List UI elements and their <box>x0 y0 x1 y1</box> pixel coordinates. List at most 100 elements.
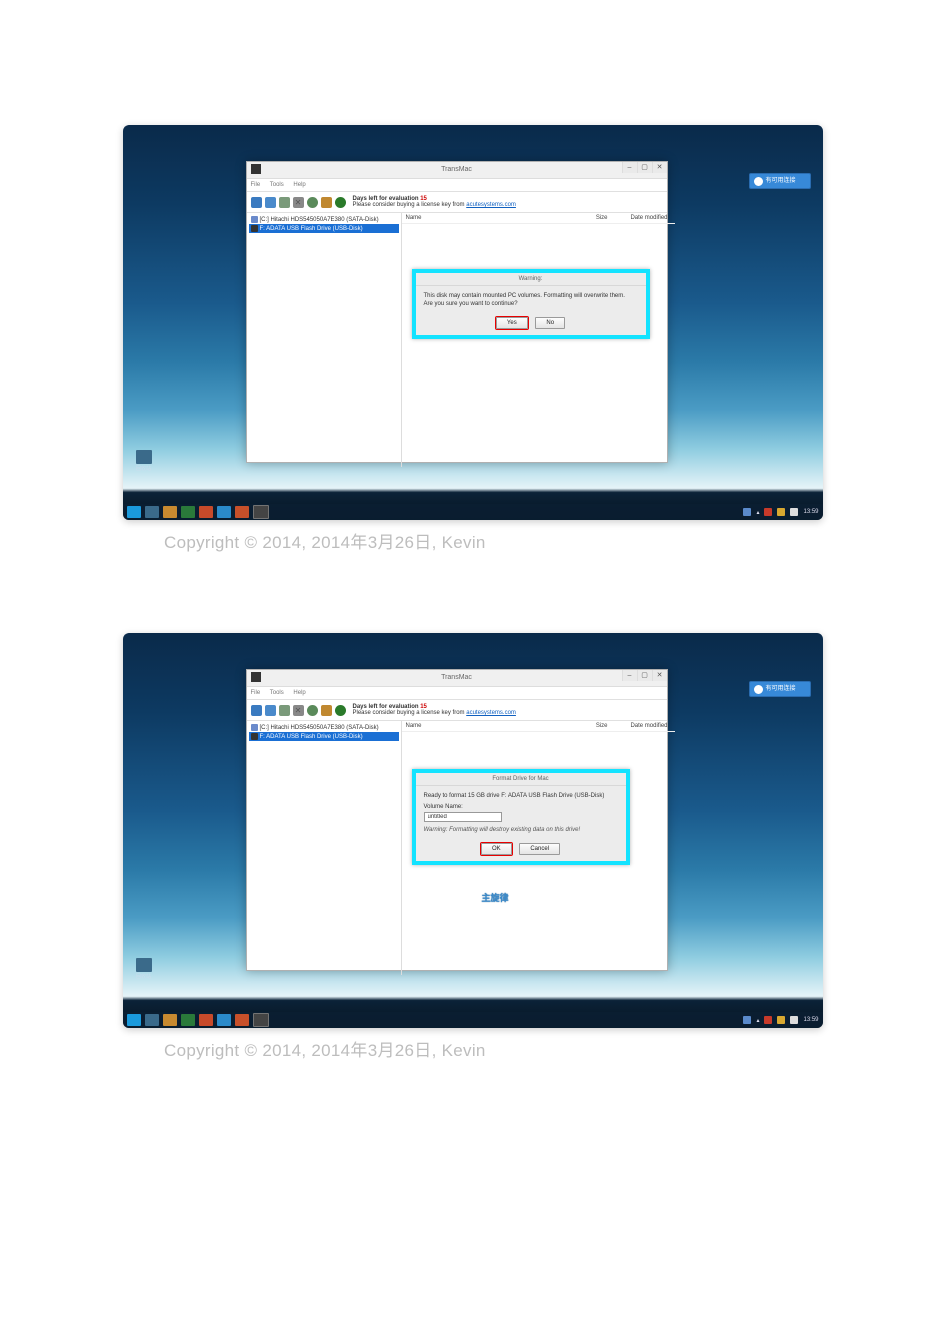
col-size[interactable]: Size <box>558 215 608 221</box>
tray-icon-flag[interactable] <box>764 508 772 516</box>
menu-file[interactable]: File <box>251 182 261 188</box>
col-name[interactable]: Name <box>406 723 558 729</box>
toolbar-icon-2[interactable] <box>265 705 276 716</box>
taskbar-clock[interactable]: 13:59 <box>803 509 818 515</box>
cancel-button[interactable]: Cancel <box>519 843 560 855</box>
title-bar[interactable]: TransMac – ▢ ✕ <box>247 162 667 179</box>
toolbar-icon-1[interactable] <box>251 705 262 716</box>
no-button[interactable]: No <box>535 317 565 329</box>
list-pane: Name Size Date modified Warning: This di… <box>402 213 667 467</box>
minimize-button[interactable]: – <box>622 162 637 173</box>
col-name[interactable]: Name <box>406 215 558 221</box>
list-pane: Name Size Date modified Format Drive for… <box>402 721 667 975</box>
taskbar-item-2[interactable] <box>181 506 195 518</box>
minimize-button[interactable]: – <box>622 670 637 681</box>
yes-button[interactable]: Yes <box>496 317 528 329</box>
toolbar-icon-refresh[interactable] <box>335 705 346 716</box>
copyright-caption-2: Copyright © 2014, 2014年3月26日, Kevin <box>164 1036 865 1061</box>
title-bar[interactable]: TransMac – ▢ ✕ <box>247 670 667 687</box>
window-title: TransMac <box>441 674 472 681</box>
taskbar-item-3[interactable] <box>199 1014 213 1026</box>
taskbar-item-4[interactable] <box>217 506 231 518</box>
toolbar-icon-folder[interactable] <box>321 705 332 716</box>
tree-item-c[interactable]: [C:] Hitachi HDS545050A7E380 (SATA-Disk) <box>249 723 399 732</box>
license-link[interactable]: acutesystems.com <box>466 202 516 208</box>
col-size[interactable]: Size <box>558 723 608 729</box>
warning-dialog: Warning: This disk may contain mounted P… <box>412 269 650 339</box>
tray-icon-vol[interactable] <box>790 1016 798 1024</box>
list-header[interactable]: Name Size Date modified <box>402 721 675 732</box>
toolbar: ✕ Days left for evaluation 15 Please con… <box>247 700 667 721</box>
tray-icon-1[interactable] <box>743 508 751 516</box>
tray-icon-1[interactable] <box>743 1016 751 1024</box>
menu-bar: File Tools Help <box>247 687 667 700</box>
tray-icon-vol[interactable] <box>790 508 798 516</box>
transmac-window: TransMac – ▢ ✕ File Tools Help ✕ <box>246 161 668 463</box>
window-title: TransMac <box>441 166 472 173</box>
app-icon <box>251 164 261 174</box>
toolbar: ✕ Days left for evaluation 15 Please con… <box>247 192 667 213</box>
tray-icon-net[interactable] <box>777 1016 785 1024</box>
list-header[interactable]: Name Size Date modified <box>402 213 675 224</box>
format-dialog: Format Drive for Mac Ready to format 15 … <box>412 769 630 865</box>
drive-tree[interactable]: [C:] Hitachi HDS545050A7E380 (SATA-Disk)… <box>247 721 402 975</box>
taskbar-item-transmac[interactable] <box>253 505 269 519</box>
col-date[interactable]: Date modified <box>608 723 671 729</box>
taskbar-item-3[interactable] <box>199 506 213 518</box>
dialog-body: Ready to format 15 GB drive F: ADATA USB… <box>416 786 626 840</box>
taskbar-item-2[interactable] <box>181 1014 195 1026</box>
transmac-window: TransMac – ▢ ✕ File Tools Help ✕ <box>246 669 668 971</box>
drive-tree[interactable]: [C:] Hitachi HDS545050A7E380 (SATA-Disk)… <box>247 213 402 467</box>
taskbar[interactable]: ▴ 13:59 <box>123 1012 823 1028</box>
taskbar-item-5[interactable] <box>235 1014 249 1026</box>
recycle-bin-icon[interactable]: 回收站 <box>135 958 153 982</box>
toolbar-icon-1[interactable] <box>251 197 262 208</box>
license-link[interactable]: acutesystems.com <box>466 710 516 716</box>
toolbar-icon-folder[interactable] <box>321 197 332 208</box>
toolbar-icon-refresh[interactable] <box>335 197 346 208</box>
close-button[interactable]: ✕ <box>652 670 667 681</box>
maximize-button[interactable]: ▢ <box>637 670 652 681</box>
taskbar-clock[interactable]: 13:59 <box>803 1017 818 1023</box>
close-button[interactable]: ✕ <box>652 162 667 173</box>
taskbar[interactable]: ▴ 13:59 <box>123 504 823 520</box>
tree-item-f[interactable]: F: ADATA USB Flash Drive (USB-Disk) <box>249 732 399 741</box>
taskbar-item-5[interactable] <box>235 506 249 518</box>
taskbar-item-explorer[interactable] <box>163 1014 177 1026</box>
dialog-title: Format Drive for Mac <box>416 773 626 786</box>
maximize-button[interactable]: ▢ <box>637 162 652 173</box>
taskbar-item-4[interactable] <box>217 1014 231 1026</box>
menu-tools[interactable]: Tools <box>270 690 284 696</box>
tray-icon-net[interactable] <box>777 508 785 516</box>
toolbar-icon-3[interactable] <box>279 197 290 208</box>
col-date[interactable]: Date modified <box>608 215 671 221</box>
volume-name-label: Volume Name: <box>424 803 618 811</box>
toolbar-icon-cd[interactable] <box>307 197 318 208</box>
menu-file[interactable]: File <box>251 690 261 696</box>
start-button[interactable] <box>127 1014 141 1026</box>
toolbar-icon-cd[interactable] <box>307 705 318 716</box>
start-button[interactable] <box>127 506 141 518</box>
menu-tools[interactable]: Tools <box>270 182 284 188</box>
tree-item-f[interactable]: F: ADATA USB Flash Drive (USB-Disk) <box>249 224 399 233</box>
tray-chevron-icon[interactable]: ▴ <box>756 509 759 516</box>
recycle-bin-icon[interactable]: 回收站 <box>135 450 153 474</box>
network-status-badge[interactable]: 有可用连接 <box>749 681 811 697</box>
menu-help[interactable]: Help <box>293 690 305 696</box>
taskbar-item-explorer[interactable] <box>163 506 177 518</box>
tree-item-c[interactable]: [C:] Hitachi HDS545050A7E380 (SATA-Disk) <box>249 215 399 224</box>
toolbar-icon-2[interactable] <box>265 197 276 208</box>
screenshot-2: 回收站 有可用连接 TransMac – ▢ ✕ File Tools Help <box>123 633 823 1028</box>
format-warning-text: Warning: Formatting will destroy existin… <box>424 826 618 834</box>
dialog-title: Warning: <box>416 273 646 286</box>
volume-name-input[interactable] <box>424 812 502 822</box>
taskbar-item-1[interactable] <box>145 506 159 518</box>
ok-button[interactable]: OK <box>481 843 512 855</box>
network-status-badge[interactable]: 有可用连接 <box>749 173 811 189</box>
taskbar-item-1[interactable] <box>145 1014 159 1026</box>
tray-icon-flag[interactable] <box>764 1016 772 1024</box>
taskbar-item-transmac[interactable] <box>253 1013 269 1027</box>
tray-chevron-icon[interactable]: ▴ <box>756 1017 759 1024</box>
toolbar-icon-3[interactable] <box>279 705 290 716</box>
menu-help[interactable]: Help <box>293 182 305 188</box>
